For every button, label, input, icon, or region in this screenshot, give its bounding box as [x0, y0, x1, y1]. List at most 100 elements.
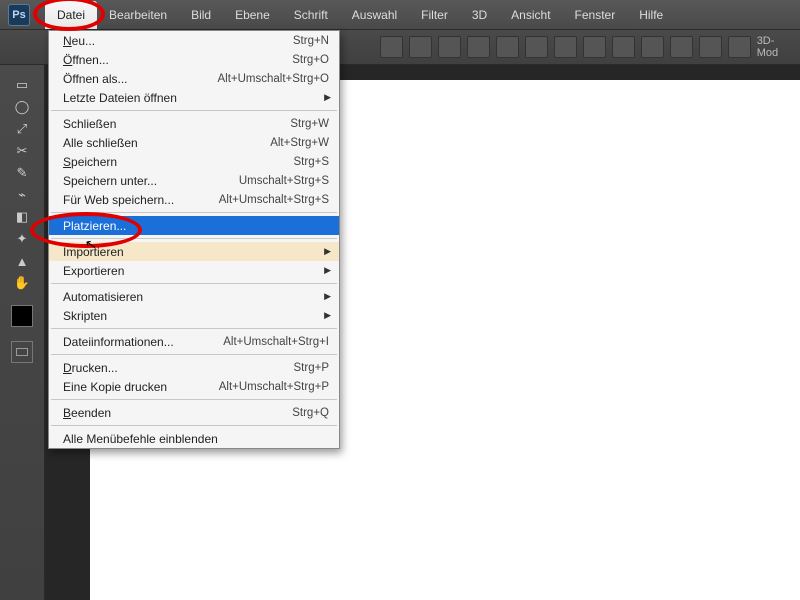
- menu-item-platzieren[interactable]: Platzieren...: [49, 216, 339, 235]
- menu-separator: [51, 110, 337, 111]
- tool-icon[interactable]: ◯: [11, 97, 33, 117]
- tool-icon[interactable]: ▭: [11, 75, 33, 95]
- menu-schrift[interactable]: Schrift: [282, 1, 340, 29]
- menu-3d[interactable]: 3D: [460, 1, 499, 29]
- app-icon: Ps: [8, 4, 30, 26]
- submenu-arrow-icon: ▶: [324, 310, 331, 321]
- menu-item-label: Dateiinformationen...: [63, 335, 223, 349]
- menubar: DateiBearbeitenBildEbeneSchriftAuswahlFi…: [0, 0, 800, 30]
- tool-icon[interactable]: ⤢: [11, 119, 33, 139]
- menu-item-shortcut: Strg+P: [294, 362, 329, 374]
- menu-item-label: Skripten: [63, 309, 329, 323]
- menu-item-ffnen[interactable]: Öffnen...Strg+O: [49, 50, 339, 69]
- foreground-swatch[interactable]: [11, 305, 33, 327]
- menu-item-label: Alle Menübefehle einblenden: [63, 432, 329, 446]
- menu-filter[interactable]: Filter: [409, 1, 460, 29]
- option-icon[interactable]: [525, 36, 548, 58]
- menu-item-speichernunter[interactable]: Speichern unter...Umschalt+Strg+S: [49, 171, 339, 190]
- menu-item-speichern[interactable]: SpeichernStrg+S: [49, 152, 339, 171]
- menu-item-einekopiedrucken[interactable]: Eine Kopie druckenAlt+Umschalt+Strg+P: [49, 377, 339, 396]
- menu-item-label: Exportieren: [63, 264, 329, 278]
- submenu-arrow-icon: ▶: [324, 246, 331, 257]
- menu-item-label: Für Web speichern...: [63, 193, 219, 207]
- menu-item-neu[interactable]: Neu...Strg+N: [49, 31, 339, 50]
- tool-icon[interactable]: ◧: [11, 207, 33, 227]
- menu-item-skripten[interactable]: Skripten▶: [49, 306, 339, 325]
- menu-item-shortcut: Strg+S: [294, 156, 329, 168]
- tool-strip: ▭◯⤢✂✎⌁◧✦▲✋: [0, 65, 45, 600]
- menu-item-label: Beenden: [63, 406, 292, 420]
- menu-item-automatisieren[interactable]: Automatisieren▶: [49, 287, 339, 306]
- menu-hilfe[interactable]: Hilfe: [627, 1, 675, 29]
- submenu-arrow-icon: ▶: [324, 265, 331, 276]
- menu-item-label: Eine Kopie drucken: [63, 380, 219, 394]
- menu-separator: [51, 212, 337, 213]
- tool-icon[interactable]: ⌁: [11, 185, 33, 205]
- menu-item-drucken[interactable]: Drucken...Strg+P: [49, 358, 339, 377]
- menu-item-importieren[interactable]: Importieren▶: [49, 242, 339, 261]
- submenu-arrow-icon: ▶: [324, 291, 331, 302]
- menu-item-exportieren[interactable]: Exportieren▶: [49, 261, 339, 280]
- option-icon[interactable]: [612, 36, 635, 58]
- menu-item-shortcut: Strg+Q: [292, 407, 329, 419]
- option-icon[interactable]: [380, 36, 403, 58]
- menu-item-label: Letzte Dateien öffnen: [63, 91, 329, 105]
- menu-item-beenden[interactable]: BeendenStrg+Q: [49, 403, 339, 422]
- tool-icon[interactable]: ✦: [11, 229, 33, 249]
- menu-item-dateiinformationen[interactable]: Dateiinformationen...Alt+Umschalt+Strg+I: [49, 332, 339, 351]
- menu-item-letztedateienffnen[interactable]: Letzte Dateien öffnen▶: [49, 88, 339, 107]
- option-icon[interactable]: [670, 36, 693, 58]
- menu-auswahl[interactable]: Auswahl: [340, 1, 409, 29]
- quickmask-icon[interactable]: [11, 341, 33, 363]
- menu-item-label: Öffnen als...: [63, 72, 217, 86]
- menu-item-schlieen[interactable]: SchließenStrg+W: [49, 114, 339, 133]
- option-icon[interactable]: [728, 36, 751, 58]
- menu-item-shortcut: Alt+Strg+W: [270, 137, 329, 149]
- option-icon[interactable]: [699, 36, 722, 58]
- menu-item-shortcut: Alt+Umschalt+Strg+P: [219, 381, 329, 393]
- menu-item-alleschlieen[interactable]: Alle schließenAlt+Strg+W: [49, 133, 339, 152]
- menu-bearbeiten[interactable]: Bearbeiten: [97, 1, 179, 29]
- menu-ansicht[interactable]: Ansicht: [499, 1, 562, 29]
- menu-separator: [51, 425, 337, 426]
- menu-item-label: Automatisieren: [63, 290, 329, 304]
- menu-item-label: Speichern: [63, 155, 294, 169]
- menu-item-shortcut: Strg+O: [292, 54, 329, 66]
- menu-ebene[interactable]: Ebene: [223, 1, 282, 29]
- menu-item-shortcut: Alt+Umschalt+Strg+O: [217, 73, 329, 85]
- tool-icon[interactable]: ✋: [11, 273, 33, 293]
- option-icon[interactable]: [409, 36, 432, 58]
- menu-bild[interactable]: Bild: [179, 1, 223, 29]
- menu-item-shortcut: Strg+N: [293, 35, 329, 47]
- option-icon[interactable]: [641, 36, 664, 58]
- submenu-arrow-icon: ▶: [324, 92, 331, 103]
- menu-item-label: Importieren: [63, 245, 329, 259]
- option-icon[interactable]: [554, 36, 577, 58]
- menu-separator: [51, 399, 337, 400]
- option-icon[interactable]: [438, 36, 461, 58]
- option-icon[interactable]: [496, 36, 519, 58]
- tool-icon[interactable]: ✎: [11, 163, 33, 183]
- menu-item-label: Platzieren...: [63, 219, 329, 233]
- tool-icon[interactable]: ▲: [11, 251, 33, 271]
- menu-item-label: Drucken...: [63, 361, 294, 375]
- menu-item-allemenbefehleeinblenden[interactable]: Alle Menübefehle einblenden: [49, 429, 339, 448]
- menu-item-ffnenals[interactable]: Öffnen als...Alt+Umschalt+Strg+O: [49, 69, 339, 88]
- option-icon[interactable]: [467, 36, 490, 58]
- menu-item-label: Speichern unter...: [63, 174, 239, 188]
- menu-item-shortcut: Strg+W: [290, 118, 329, 130]
- option-icon[interactable]: [583, 36, 606, 58]
- menu-datei[interactable]: Datei: [45, 1, 97, 29]
- menu-separator: [51, 328, 337, 329]
- menu-item-label: Schließen: [63, 117, 290, 131]
- tool-icon[interactable]: ✂: [11, 141, 33, 161]
- menu-item-label: Öffnen...: [63, 53, 292, 67]
- menu-fenster[interactable]: Fenster: [563, 1, 628, 29]
- menu-item-frwebspeichern[interactable]: Für Web speichern...Alt+Umschalt+Strg+S: [49, 190, 339, 209]
- menu-separator: [51, 238, 337, 239]
- menu-item-shortcut: Alt+Umschalt+Strg+I: [223, 336, 329, 348]
- menu-separator: [51, 283, 337, 284]
- menu-item-label: Neu...: [63, 34, 293, 48]
- menu-item-label: Alle schließen: [63, 136, 270, 150]
- mode-label: 3D-Mod: [757, 35, 794, 59]
